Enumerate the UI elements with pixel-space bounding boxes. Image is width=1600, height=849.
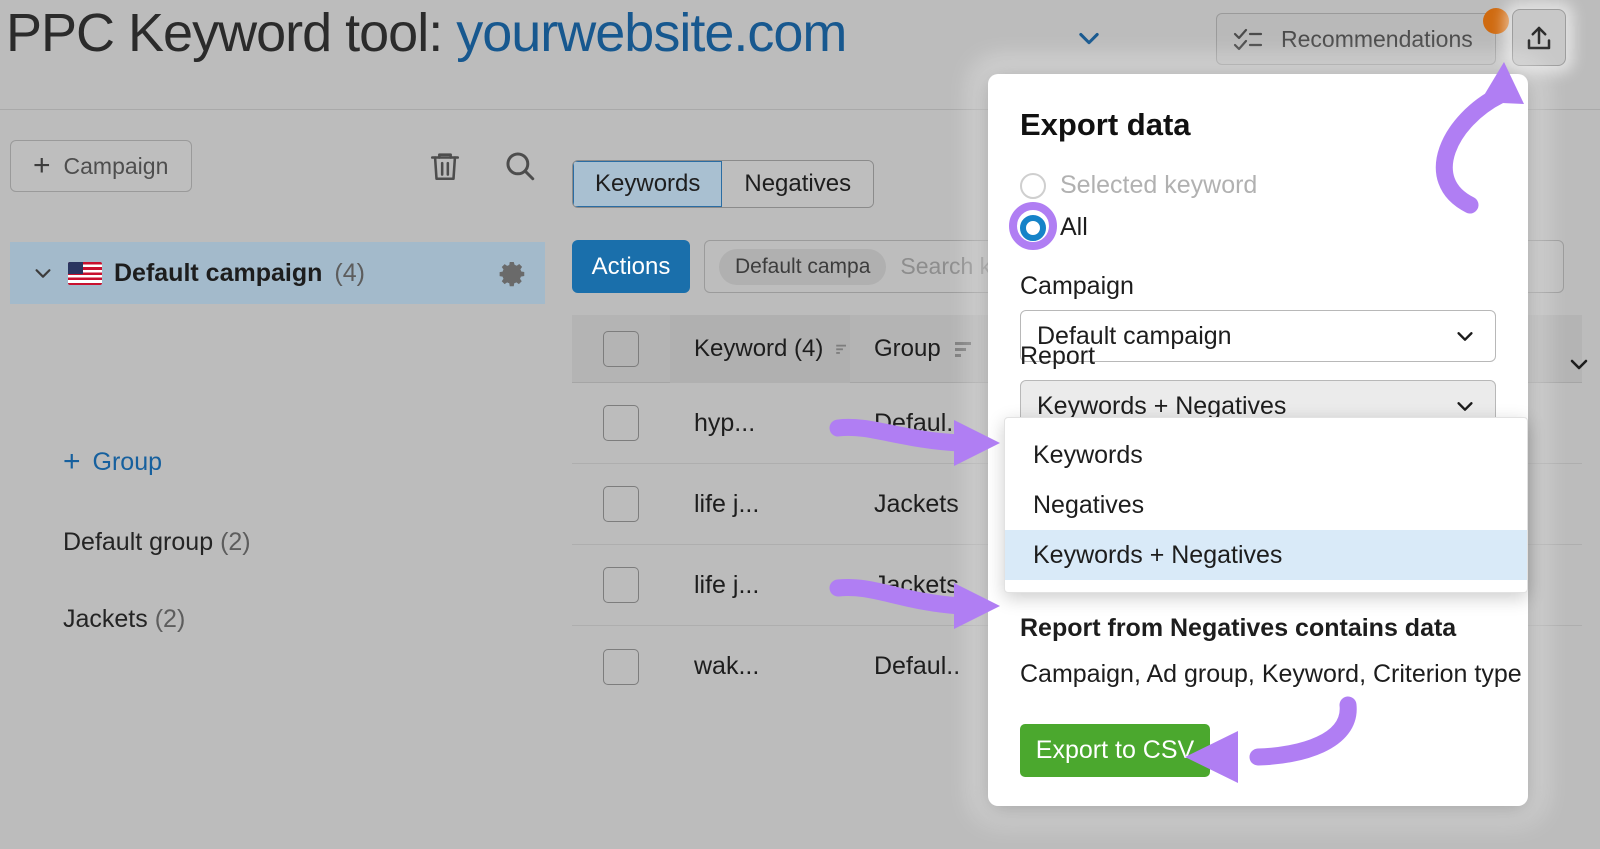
add-campaign-button[interactable]: + Campaign <box>10 140 192 192</box>
export-panel-title: Export data <box>1020 107 1191 142</box>
sidebar-toolbar: + Campaign <box>0 140 556 202</box>
sort-desc-icon[interactable] <box>953 339 977 359</box>
trash-icon[interactable] <box>428 149 462 183</box>
checklist-icon <box>1233 28 1263 51</box>
actions-label: Actions <box>591 252 671 280</box>
search-filter-chip[interactable]: Default campa <box>719 248 887 285</box>
upload-export-icon <box>1527 26 1551 49</box>
export-data-panel: Export data Selected keyword All Campaig… <box>988 74 1528 806</box>
row-select-cell <box>572 567 670 603</box>
row-keyword: wak... <box>694 652 760 680</box>
tab-negatives-label: Negatives <box>744 170 852 197</box>
dropdown-option-keywords-negatives[interactable]: Keywords + Negatives <box>1005 530 1527 580</box>
dropdown-option-label: Negatives <box>1033 490 1145 519</box>
plus-icon: + <box>33 149 51 182</box>
radio-selected-keyword[interactable]: Selected keyword <box>1020 171 1257 200</box>
dropdown-option-label: Keywords <box>1033 440 1143 469</box>
recommendations-button[interactable]: Recommendations <box>1216 13 1496 65</box>
column-keyword[interactable]: Keyword (4) <box>670 314 850 383</box>
sidebar-item-jackets[interactable]: Jackets (2) <box>63 605 185 634</box>
add-group-button[interactable]: + Group <box>63 447 162 477</box>
recommendations-badge <box>1483 8 1509 34</box>
campaign-sidebar: + Campaign Default campaign (4) + Group … <box>0 110 556 849</box>
report-note-title: Report from Negatives contains data <box>1020 614 1457 642</box>
tab-negatives[interactable]: Negatives <box>722 161 874 207</box>
radio-unselected-icon <box>1020 172 1046 199</box>
sidebar-item-default-group[interactable]: Default group (2) <box>63 528 251 557</box>
group-count: (2) <box>220 528 251 556</box>
page-title-prefix: PPC Keyword tool: <box>6 3 443 63</box>
chevron-down-icon <box>1457 402 1473 411</box>
annotation-highlight-ring <box>1009 202 1057 250</box>
group-name: Default group <box>63 528 214 556</box>
sidebar-item-default-campaign[interactable]: Default campaign (4) <box>10 242 545 304</box>
export-data-button[interactable] <box>1512 9 1566 66</box>
radio-selected-keyword-label: Selected keyword <box>1060 171 1258 199</box>
chevron-down-icon[interactable] <box>30 262 56 284</box>
add-group-label: Group <box>92 447 163 476</box>
search-placeholder: Search k <box>900 253 992 279</box>
report-note-body: Campaign, Ad group, Keyword, Criterion t… <box>1020 660 1522 688</box>
select-all-checkbox[interactable] <box>603 330 639 367</box>
keyword-tabs: Keywords Negatives <box>572 160 875 208</box>
row-group: Defaul.. <box>874 652 961 680</box>
us-flag-icon <box>68 261 102 285</box>
row-keyword: life j... <box>694 489 760 518</box>
row-group: Jackets <box>874 570 959 599</box>
search-icon[interactable] <box>503 149 537 183</box>
group-count: (2) <box>154 605 186 633</box>
row-keyword: hyp... <box>694 408 756 437</box>
row-checkbox[interactable] <box>603 486 639 522</box>
campaign-field-label: Campaign <box>1020 272 1134 300</box>
group-name: Jackets <box>63 605 148 633</box>
row-select-cell <box>572 648 670 685</box>
page-title-domain[interactable]: yourwebsite.com <box>456 3 847 63</box>
column-group-label: Group <box>874 334 941 362</box>
page-title: PPC Keyword tool: yourwebsite.com <box>6 2 847 64</box>
row-select-cell <box>572 405 670 441</box>
row-keyword: life j... <box>694 570 760 599</box>
dropdown-option-label: Keywords + Negatives <box>1033 540 1283 569</box>
row-select-cell <box>572 486 670 522</box>
tab-keywords[interactable]: Keywords <box>573 161 723 207</box>
tab-keywords-label: Keywords <box>595 170 701 197</box>
actions-button[interactable]: Actions <box>572 240 690 293</box>
report-dropdown-menu: Keywords Negatives Keywords + Negatives <box>1004 417 1528 593</box>
recommendations-label: Recommendations <box>1281 25 1473 52</box>
app-root: PPC Keyword tool: yourwebsite.com Recomm… <box>0 0 1600 849</box>
dropdown-option-negatives[interactable]: Negatives <box>1005 480 1527 530</box>
export-to-csv-button[interactable]: Export to CSV <box>1020 724 1210 777</box>
row-checkbox[interactable] <box>603 567 639 603</box>
chevron-down-icon[interactable] <box>1564 352 1594 376</box>
plus-icon: + <box>63 445 81 478</box>
chevron-down-icon <box>1457 332 1473 341</box>
sort-desc-icon[interactable] <box>835 339 850 359</box>
radio-all-label: All <box>1060 213 1088 241</box>
column-keyword-label: Keyword (4) <box>694 334 824 362</box>
export-to-csv-label: Export to CSV <box>1035 736 1195 764</box>
row-checkbox[interactable] <box>603 648 639 685</box>
campaign-name: Default campaign <box>114 258 323 287</box>
campaign-count: (4) <box>334 258 365 287</box>
row-group: Defaul. <box>874 408 954 437</box>
chevron-down-icon[interactable] <box>1072 24 1106 52</box>
add-campaign-label: Campaign <box>63 152 169 179</box>
row-checkbox[interactable] <box>603 405 639 441</box>
row-group: Jackets <box>874 489 959 518</box>
dropdown-option-keywords[interactable]: Keywords <box>1005 430 1527 480</box>
gear-icon[interactable] <box>498 259 528 289</box>
report-field-label: Report <box>1020 342 1096 370</box>
select-all-cell <box>572 330 670 367</box>
